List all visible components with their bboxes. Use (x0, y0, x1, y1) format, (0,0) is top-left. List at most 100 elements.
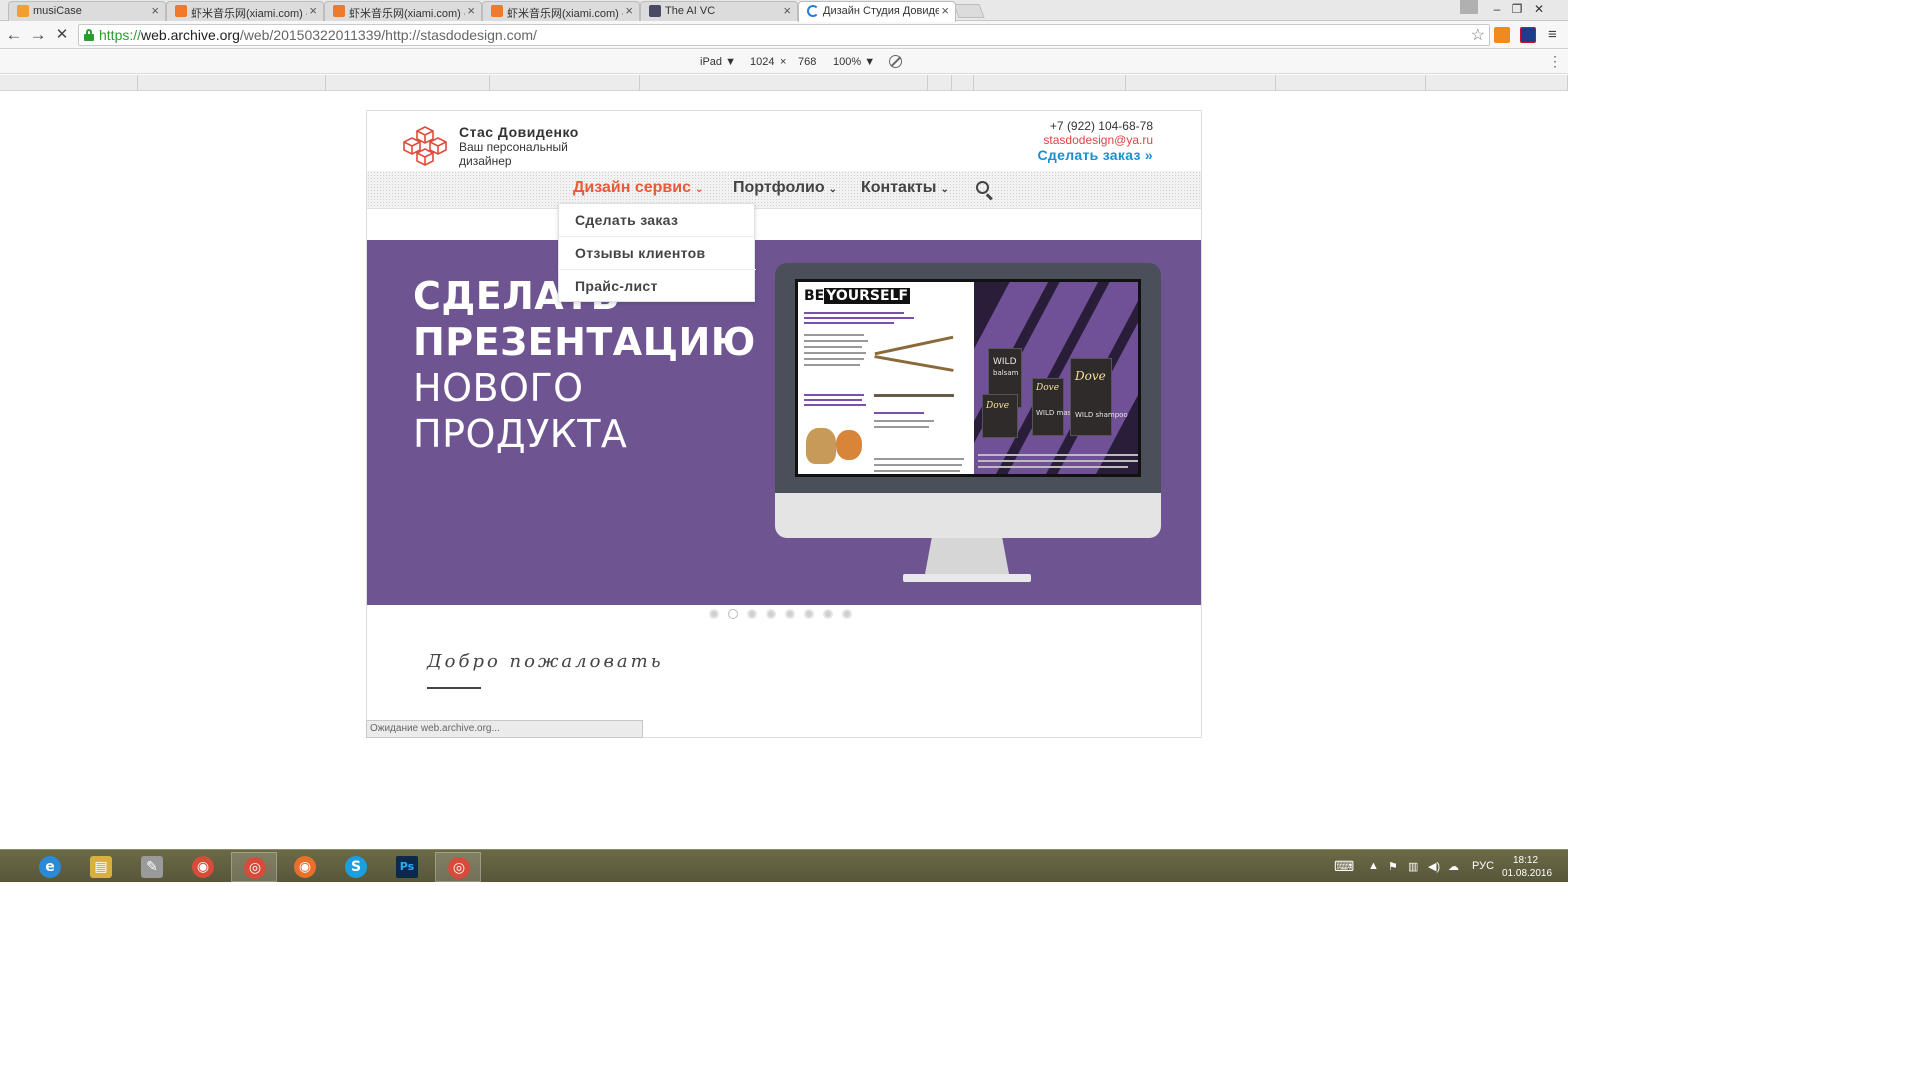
tab-design-studio[interactable]: Дизайн Студия Довиден × (798, 1, 956, 22)
nav-portfolio[interactable]: Портфолио ⌄ (733, 179, 837, 197)
taskbar-app-chrome-2[interactable]: ◎ (435, 852, 481, 882)
skype-icon: S (345, 856, 367, 878)
zoom-select[interactable]: 100% ▼ (833, 56, 875, 68)
close-icon[interactable]: × (783, 4, 791, 18)
close-icon[interactable]: × (309, 4, 317, 18)
slider-dot[interactable] (747, 609, 757, 619)
close-window-button[interactable]: ✕ (1528, 1, 1550, 17)
device-select[interactable]: iPad ▼ (700, 56, 736, 68)
clock-time[interactable]: 18:12 (1513, 855, 1538, 866)
new-tab-button[interactable] (953, 4, 985, 18)
nav-contacts[interactable]: Контакты ⌄ (861, 179, 949, 197)
status-bar: Ожидание web.archive.org... (366, 720, 643, 738)
hero-slider: СДЕЛАТЬ ПРЕЗЕНТАЦИЮ НОВОГО ПРОДУКТА BE YO… (367, 240, 1201, 605)
tab-title: musiCase (33, 5, 82, 17)
slider-dot[interactable] (728, 609, 738, 619)
taskbar-app-firefox[interactable]: ◉ (282, 852, 328, 882)
close-icon[interactable]: × (625, 4, 633, 18)
taskbar-app-chrome[interactable]: ◎ (231, 852, 277, 882)
rotate-disabled-icon[interactable] (889, 55, 902, 68)
dimension-separator: × (780, 56, 787, 68)
magazine-right-page: WILD balsam Dove Dove WILD mask Dove WIL… (974, 282, 1138, 474)
tab-ai-vc[interactable]: The AI VC × (640, 1, 798, 21)
hero-heading-line: НОВОГО (413, 366, 584, 410)
chevron-down-icon: ⌄ (940, 184, 949, 195)
keyboard-icon[interactable]: ⌨ (1334, 858, 1354, 875)
uk-flag-icon[interactable] (1520, 27, 1536, 43)
app-tool-icon: ✎ (141, 856, 163, 878)
taskbar-app-file-explorer[interactable]: ▤ (78, 852, 124, 882)
close-icon[interactable]: × (941, 4, 949, 18)
tab-favicon (17, 5, 29, 17)
dropdown-item-order[interactable]: Сделать заказ (559, 204, 756, 237)
close-icon[interactable]: × (151, 4, 159, 18)
taskbar-app-photoshop[interactable]: Ps (384, 852, 430, 882)
forward-button[interactable]: → (28, 25, 48, 45)
tab-xiami-2[interactable]: 虾米音乐网(xiami.com) - × (324, 1, 482, 21)
tab-title: The AI VC (665, 5, 716, 17)
close-icon[interactable]: × (467, 4, 475, 18)
media-query-ruler (0, 75, 1568, 91)
language-indicator[interactable]: РУС (1472, 860, 1494, 872)
slider-dot[interactable] (804, 609, 814, 619)
clock-date[interactable]: 01.08.2016 (1502, 868, 1552, 879)
bookmark-star-icon[interactable]: ☆ (1471, 25, 1485, 45)
tab-favicon (175, 5, 187, 17)
tab-title: 虾米音乐网(xiami.com) - (507, 8, 623, 20)
tab-title: 虾米音乐网(xiami.com) - (191, 8, 307, 20)
slider-dot[interactable] (785, 609, 795, 619)
search-icon[interactable] (976, 181, 993, 201)
taskbar-app-internet-explorer[interactable]: e (27, 852, 73, 882)
slider-dot[interactable] (709, 609, 719, 619)
network-icon[interactable]: ▥ (1408, 860, 1418, 873)
tab-favicon (649, 5, 661, 17)
brand-tagline: Ваш персональный (459, 140, 568, 154)
slider-dot[interactable] (842, 609, 852, 619)
order-link[interactable]: Сделать заказ » (1038, 147, 1153, 163)
slider-dot[interactable] (766, 609, 776, 619)
flag-icon[interactable]: ⚑ (1388, 860, 1398, 873)
dropdown-item-reviews[interactable]: Отзывы клиентов (559, 237, 756, 270)
more-options-icon[interactable]: ⋮ (1548, 53, 1562, 70)
stop-loading-button[interactable]: ✕ (52, 25, 72, 45)
address-bar[interactable]: https://web.archive.org/web/201503220113… (78, 24, 1490, 46)
monitor-stand (925, 538, 1009, 574)
product-pack: Dove WILD shampoo (1070, 358, 1128, 436)
taskbar-app-picasa[interactable]: ◉ (180, 852, 226, 882)
heading-underline (427, 687, 481, 689)
picasa-icon: ◉ (192, 856, 214, 878)
email-link[interactable]: stasdodesign@ya.ru (1043, 133, 1153, 147)
nav-design-service[interactable]: Дизайн сервис ⌄ (573, 179, 703, 197)
monitor-base (903, 574, 1031, 582)
taskbar-app-app-tool[interactable]: ✎ (129, 852, 175, 882)
monitor-chin (775, 493, 1161, 538)
lion-illustration (806, 428, 836, 464)
address-toolbar: ← → ✕ https://web.archive.org/web/201503… (0, 21, 1568, 49)
chevron-down-icon: ⌄ (828, 184, 837, 195)
product-pack: Dove (982, 394, 1018, 438)
dropdown-item-price-list[interactable]: Прайс-лист (559, 270, 756, 303)
taskbar-app-skype[interactable]: S (333, 852, 379, 882)
volume-icon[interactable]: ◀) (1428, 860, 1440, 873)
brand-name[interactable]: Стас Довиденко (459, 124, 579, 140)
tab-xiami-3[interactable]: 虾米音乐网(xiami.com) - × (482, 1, 640, 21)
tray-expand-icon[interactable]: ▲ (1368, 860, 1379, 872)
cloud-icon[interactable]: ☁ (1448, 860, 1459, 873)
user-profile-icon[interactable] (1460, 0, 1478, 14)
magazine-left-page: BE YOURSELF (798, 282, 974, 474)
tab-favicon (333, 5, 345, 17)
back-button[interactable]: ← (4, 25, 24, 45)
restore-button[interactable]: ❐ (1506, 1, 1528, 17)
tab-xiami-1[interactable]: 虾米音乐网(xiami.com) - × (166, 1, 324, 21)
tab-musicase[interactable]: musiCase × (8, 1, 166, 21)
slider-dot[interactable] (823, 609, 833, 619)
cube-logo-icon[interactable] (403, 125, 447, 167)
music-extension-icon[interactable] (1494, 27, 1510, 43)
tab-title: Дизайн Студия Довиден (823, 5, 939, 17)
url-text[interactable]: https://web.archive.org/web/201503220113… (99, 27, 537, 43)
minimize-button[interactable]: – (1486, 1, 1508, 17)
device-width[interactable]: 1024 (750, 56, 774, 68)
phone-number: +7 (922) 104-68-78 (1049, 119, 1153, 133)
device-height[interactable]: 768 (798, 56, 816, 68)
chrome-menu-icon[interactable]: ≡ (1548, 26, 1557, 43)
